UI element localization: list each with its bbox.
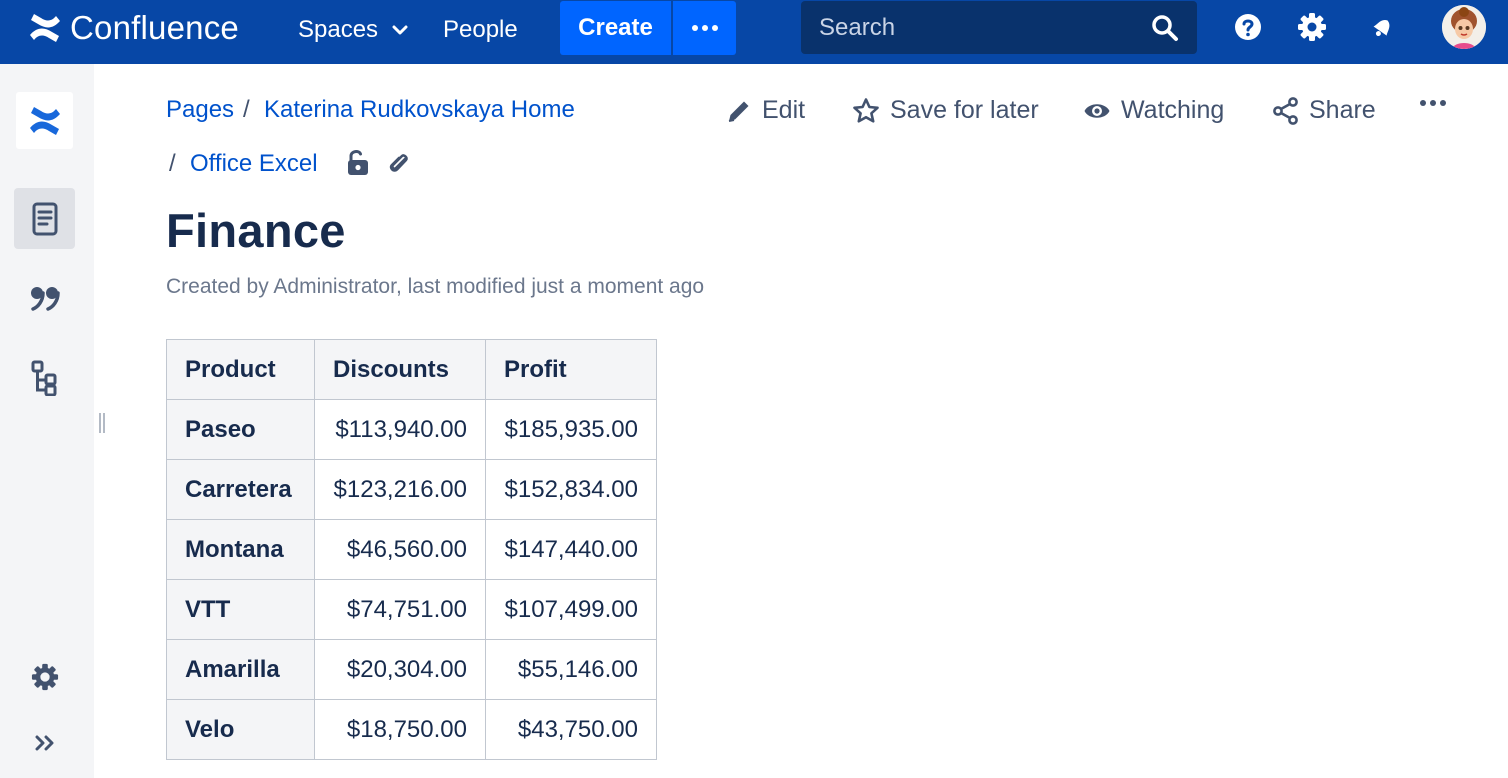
breadcrumb-pages[interactable]: Pages [166, 96, 234, 124]
top-navigation-bar: Confluence Spaces People Create [0, 0, 1508, 64]
breadcrumb-office-excel[interactable]: Office Excel [190, 150, 318, 178]
eye-icon [1083, 100, 1111, 122]
sidebar-item-page-tree[interactable] [14, 347, 75, 408]
more-icon [1419, 99, 1447, 107]
create-more-button[interactable] [673, 1, 736, 55]
edit-label: Edit [762, 96, 806, 124]
breadcrumb-separator: / [169, 150, 176, 177]
discounts-cell: $46,560.00 [314, 519, 486, 580]
product-cell: Montana [166, 519, 315, 580]
star-icon [852, 97, 880, 125]
profit-cell: $43,750.00 [485, 699, 657, 760]
product-cell: Carretera [166, 459, 315, 520]
sidebar-item-blog[interactable] [14, 267, 75, 328]
table-header-row: Product Discounts Profit [166, 339, 657, 400]
table-row: Velo $18,750.00 $43,750.00 [166, 699, 657, 760]
discounts-cell: $74,751.00 [314, 579, 486, 640]
pencil-icon [726, 98, 752, 124]
share-icon [1273, 96, 1299, 125]
discounts-cell: $113,940.00 [314, 399, 486, 460]
breadcrumb-home[interactable]: Katerina Rudkovskaya Home [264, 96, 575, 124]
product-cell: VTT [166, 579, 315, 640]
product-cell: Paseo [166, 399, 315, 460]
edit-button[interactable]: Edit [726, 96, 805, 125]
sidebar-expand-button[interactable] [14, 712, 75, 773]
spaces-menu[interactable]: Spaces [298, 14, 408, 46]
avatar[interactable] [1442, 5, 1486, 49]
column-header-profit: Profit [485, 339, 657, 400]
page-title: Finance [166, 204, 346, 257]
page-icon [32, 202, 58, 236]
profit-cell: $147,440.00 [485, 519, 657, 580]
save-for-later-button[interactable]: Save for later [852, 96, 1039, 125]
app-logo[interactable]: Confluence [28, 8, 239, 48]
gear-icon [31, 663, 59, 691]
search-box[interactable] [801, 1, 1197, 54]
people-label: People [443, 16, 518, 43]
sidebar-item-space-logo[interactable] [16, 92, 73, 149]
notification-icon[interactable] [1366, 10, 1400, 44]
help-icon[interactable] [1231, 10, 1265, 44]
profit-cell: $107,499.00 [485, 579, 657, 640]
column-header-discounts: Discounts [314, 339, 486, 400]
save-for-later-label: Save for later [890, 96, 1039, 124]
tree-icon [31, 360, 59, 396]
watching-button[interactable]: Watching [1083, 96, 1224, 125]
gear-icon[interactable] [1295, 10, 1329, 44]
table-row: Montana $46,560.00 $147,440.00 [166, 519, 657, 580]
profit-cell: $152,834.00 [485, 459, 657, 520]
search-icon[interactable] [1151, 14, 1179, 42]
finance-table: Product Discounts Profit Paseo $113,940.… [166, 339, 657, 760]
create-label: Create [578, 14, 653, 41]
sidebar [0, 64, 94, 778]
share-button[interactable]: Share [1273, 96, 1376, 125]
double-chevron-right-icon [35, 735, 55, 751]
profit-cell: $185,935.00 [485, 399, 657, 460]
watching-label: Watching [1121, 96, 1225, 124]
profit-cell: $55,146.00 [485, 639, 657, 700]
table-row: Amarilla $20,304.00 $55,146.00 [166, 639, 657, 700]
chevron-down-icon [392, 24, 408, 36]
product-cell: Amarilla [166, 639, 315, 700]
sidebar-resize-handle[interactable] [98, 412, 106, 434]
more-actions-button[interactable] [1419, 99, 1447, 107]
column-header-product: Product [166, 339, 315, 400]
quote-icon [30, 285, 60, 311]
people-link[interactable]: People [443, 14, 518, 46]
confluence-logo-icon [28, 13, 62, 43]
confluence-logo-icon [28, 105, 62, 137]
discounts-cell: $18,750.00 [314, 699, 486, 760]
share-label: Share [1309, 96, 1376, 124]
search-input[interactable] [819, 13, 1119, 42]
discounts-cell: $20,304.00 [314, 639, 486, 700]
page-byline: Created by Administrator, last modified … [166, 275, 705, 298]
spaces-label: Spaces [298, 16, 379, 43]
product-cell: Velo [166, 699, 315, 760]
table-row: Paseo $113,940.00 $185,935.00 [166, 399, 657, 460]
more-icon [691, 24, 719, 32]
table-row: Carretera $123,216.00 $152,834.00 [166, 459, 657, 520]
create-button[interactable]: Create [560, 1, 671, 55]
unlock-icon[interactable] [346, 149, 370, 177]
app-name: Confluence [70, 9, 239, 46]
sidebar-item-space-settings[interactable] [14, 646, 75, 707]
breadcrumb-separator: / [243, 96, 250, 123]
discounts-cell: $123,216.00 [314, 459, 486, 520]
attachment-icon[interactable] [386, 150, 412, 176]
sidebar-item-pages[interactable] [14, 188, 75, 249]
table-row: VTT $74,751.00 $107,499.00 [166, 579, 657, 640]
